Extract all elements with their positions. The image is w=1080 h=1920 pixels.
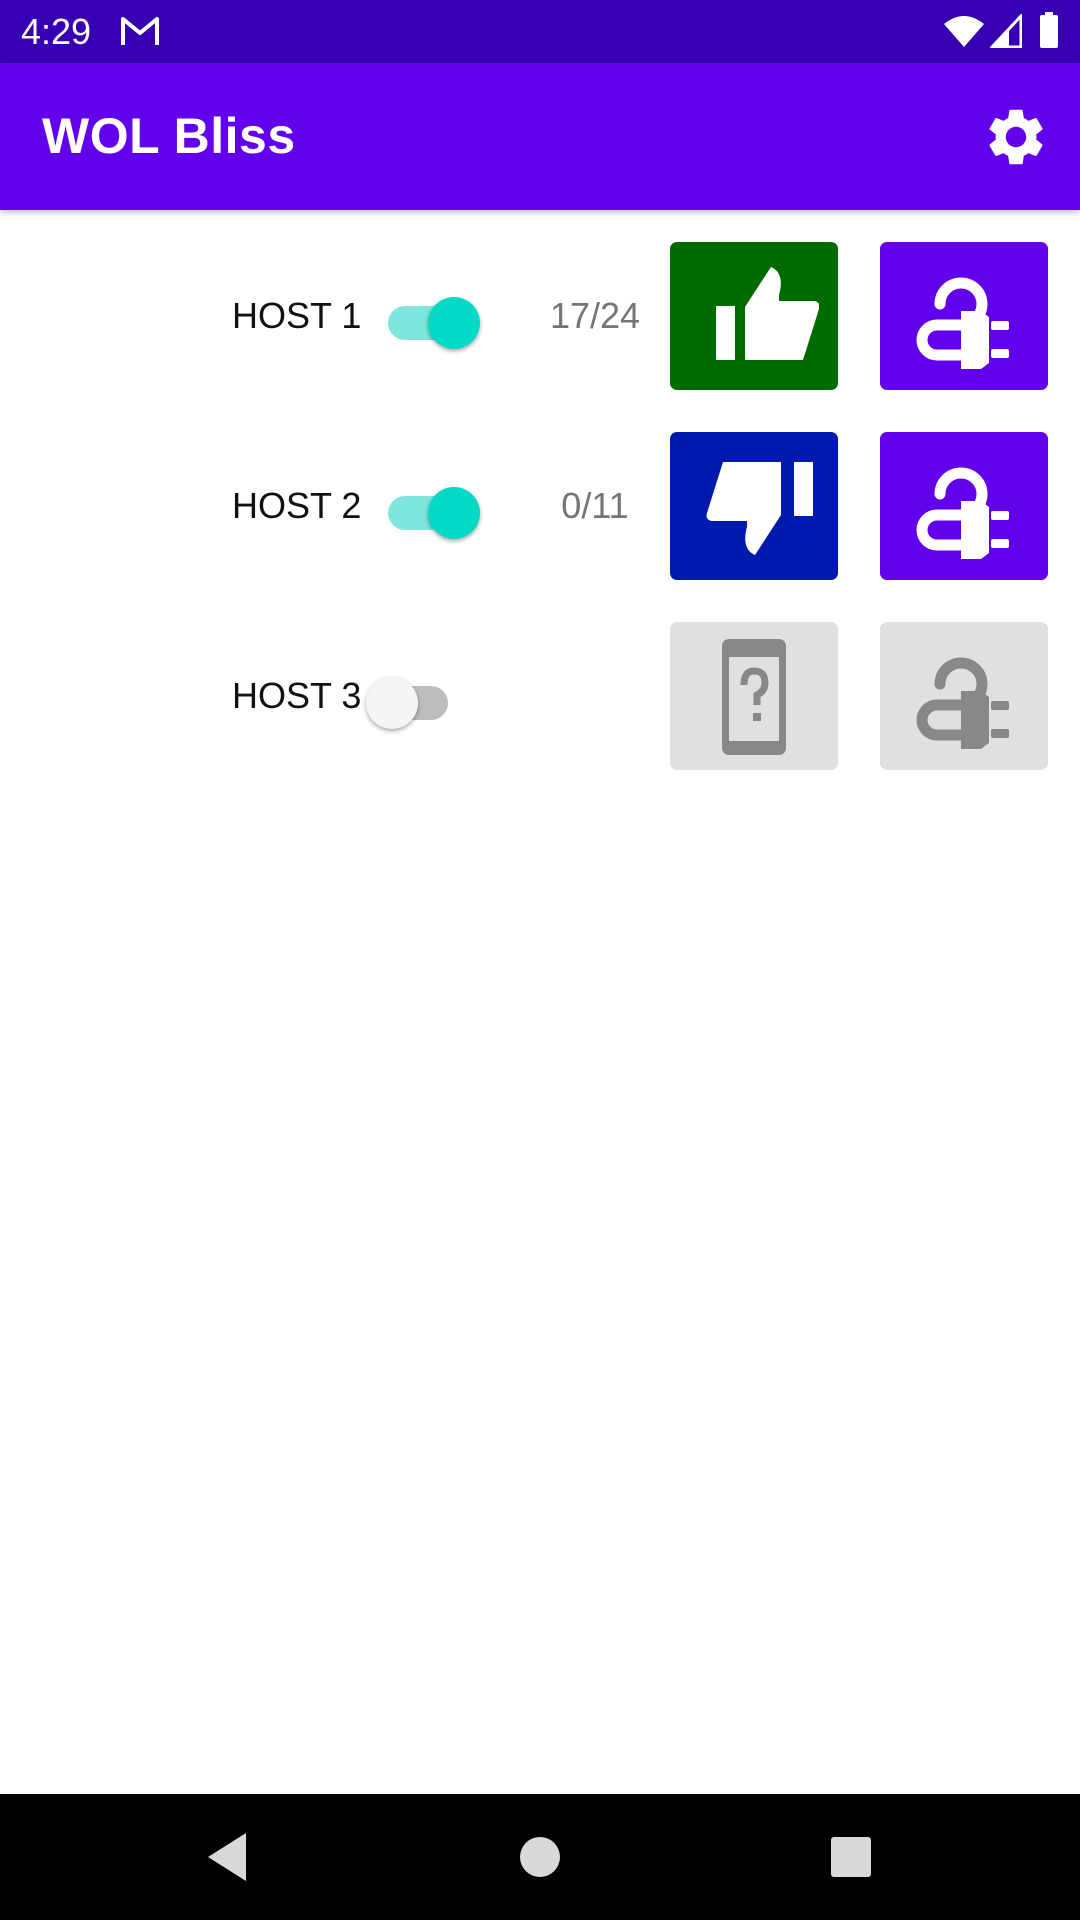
device-unknown-icon xyxy=(722,639,786,755)
status-bar: 4:29 xyxy=(0,0,1080,63)
status-time: 4:29 xyxy=(21,11,92,52)
host-enable-switch[interactable] xyxy=(382,477,480,539)
host-name: HOST 2 xyxy=(232,485,362,526)
host-enable-switch[interactable] xyxy=(366,667,472,729)
host-name: HOST 3 xyxy=(232,675,362,716)
home-icon xyxy=(520,1837,560,1877)
back-icon xyxy=(208,1833,246,1881)
power-plug-icon xyxy=(916,277,1009,369)
wake-host-button[interactable] xyxy=(880,432,1048,580)
power-plug-icon xyxy=(916,657,1009,749)
recents-icon xyxy=(831,1837,871,1877)
host-row-3: HOST 3 xyxy=(0,622,1080,772)
switch-thumb xyxy=(428,487,480,539)
cell-signal-icon xyxy=(990,14,1022,48)
host-ping-count: 17/24 xyxy=(549,295,641,336)
host-status-button[interactable] xyxy=(670,242,838,390)
thumbs-up-icon xyxy=(716,267,819,360)
gear-icon xyxy=(989,109,1043,165)
host-status-button[interactable] xyxy=(670,432,838,580)
navigation-bar xyxy=(0,1794,1080,1920)
host-name: HOST 1 xyxy=(232,295,362,336)
app-bar: WOL Bliss xyxy=(0,63,1080,210)
host-ping-count: 0/11 xyxy=(561,485,629,526)
host-row-2: HOST 2 0/11 xyxy=(0,432,1080,582)
recents-button[interactable] xyxy=(821,1827,881,1887)
wake-host-button[interactable] xyxy=(880,242,1048,390)
switch-thumb xyxy=(428,297,480,349)
host-status-button[interactable] xyxy=(670,622,838,770)
power-plug-icon xyxy=(916,467,1009,559)
app-title: WOL Bliss xyxy=(42,108,296,164)
host-row-1: HOST 1 17/24 xyxy=(0,242,1080,392)
wifi-icon xyxy=(944,16,984,47)
host-enable-switch[interactable] xyxy=(382,287,480,349)
wake-host-button[interactable] xyxy=(880,622,1048,770)
home-button[interactable] xyxy=(510,1827,570,1887)
battery-icon xyxy=(1040,12,1058,48)
settings-button[interactable] xyxy=(982,103,1050,171)
thumbs-down-icon xyxy=(706,462,813,555)
back-button[interactable] xyxy=(200,1827,260,1887)
gmail-icon xyxy=(121,17,159,45)
switch-thumb xyxy=(366,677,418,729)
